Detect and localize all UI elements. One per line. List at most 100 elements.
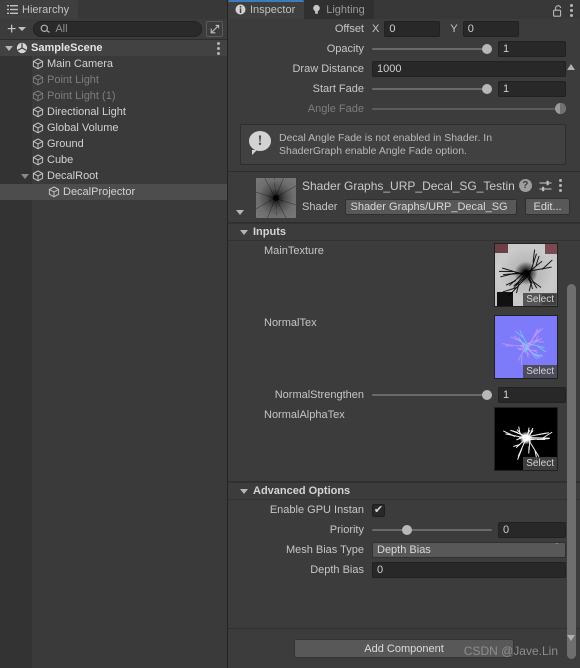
material-foldout-icon[interactable] — [236, 178, 250, 218]
priority-row: Priority 0 — [228, 520, 580, 540]
opacity-value[interactable]: 1 — [498, 41, 566, 57]
normal-strengthen-value[interactable]: 1 — [498, 387, 566, 403]
tab-inspector[interactable]: Inspector — [228, 0, 305, 19]
mesh-bias-type-dropdown[interactable]: Depth Bias — [372, 542, 566, 558]
edit-shader-label: Edit... — [533, 200, 562, 213]
hierarchy-item-label: DecalProjector — [63, 186, 136, 198]
offset-x-field[interactable]: 0 — [384, 21, 441, 37]
lock-open-icon[interactable] — [552, 4, 563, 17]
inspector-menu-icon[interactable] — [570, 4, 573, 17]
draw-distance-label: Draw Distance — [292, 63, 364, 75]
main-texture-slot[interactable]: Select — [494, 243, 558, 307]
priority-label: Priority — [329, 524, 364, 536]
advanced-options-title: Advanced Options — [253, 485, 351, 497]
opacity-slider[interactable] — [372, 41, 492, 57]
opacity-row: Opacity 1 — [228, 39, 580, 59]
gameobject-icon — [48, 186, 60, 198]
angle-fade-label: Angle Fade — [307, 103, 364, 115]
hierarchy-item-label: Point Light (1) — [47, 90, 116, 102]
normal-strengthen-slider[interactable] — [372, 387, 492, 403]
inputs-foldout[interactable]: Inputs — [228, 223, 580, 241]
hierarchy-item-cube[interactable]: Cube — [0, 152, 227, 168]
bulb-icon — [311, 4, 322, 15]
advanced-options-foldout[interactable]: Advanced Options — [228, 482, 580, 500]
normal-strengthen-row: NormalStrengthen 1 — [228, 385, 580, 405]
draw-distance-row: Draw Distance 1000 — [228, 59, 580, 79]
hierarchy-item-label: Cube — [47, 154, 74, 166]
offset-label: Offset — [334, 23, 364, 35]
normal-texture-row: NormalTex Select — [228, 313, 580, 385]
search-icon — [40, 24, 51, 35]
foldout-toggle-icon[interactable] — [3, 45, 14, 51]
scroll-down-icon[interactable] — [567, 635, 576, 653]
normal-texture-label: NormalTex — [264, 317, 317, 329]
hierarchy-item-point-light-1[interactable]: Point Light (1) — [0, 88, 227, 104]
hierarchy-item-global-volume[interactable]: Global Volume — [0, 120, 227, 136]
offset-y-axis-label: Y — [450, 23, 458, 35]
normal-alpha-texture-label: NormalAlphaTex — [264, 409, 345, 421]
hierarchy-item-decalprojector[interactable]: DecalProjector — [0, 184, 227, 200]
hierarchy-item-label: SampleScene — [31, 42, 103, 54]
chevron-down-icon — [511, 199, 517, 213]
depth-bias-row: Depth Bias 0 — [228, 560, 580, 580]
hierarchy-item-label: DecalRoot — [47, 170, 99, 182]
angle-fade-row: Angle Fade — [228, 99, 580, 119]
foldout-toggle-icon[interactable] — [19, 173, 30, 179]
shader-label: Shader — [302, 200, 338, 213]
hierarchy-tree: SampleScene Main Camera Point Light Point L… — [0, 40, 227, 668]
hierarchy-item-label: Main Camera — [47, 58, 114, 70]
gameobject-icon — [32, 138, 44, 150]
shader-value: Shader Graphs/URP_Decal_SG — [350, 200, 508, 213]
priority-slider[interactable] — [372, 522, 492, 538]
normal-alpha-texture-row: NormalAlphaTex Select — [228, 405, 580, 475]
gpu-instancing-checkbox[interactable]: ✔ — [372, 503, 385, 517]
gameobject-icon — [32, 170, 44, 182]
offset-y-field[interactable]: 0 — [462, 21, 519, 37]
hierarchy-item-menu-icon[interactable] — [217, 41, 220, 55]
start-fade-value[interactable]: 1 — [498, 81, 566, 97]
create-button[interactable]: + — [4, 21, 29, 37]
hierarchy-item-samplescene[interactable]: SampleScene — [0, 40, 227, 56]
normal-texture-slot[interactable]: Select — [494, 315, 558, 379]
hierarchy-item-ground[interactable]: Ground — [0, 136, 227, 152]
hierarchy-item-decalroot[interactable]: DecalRoot — [0, 168, 227, 184]
search-input[interactable]: All — [33, 21, 202, 37]
tab-lighting[interactable]: Lighting — [304, 0, 374, 19]
scroll-up-icon[interactable] — [567, 52, 576, 70]
material-header: Shader Graphs_URP_Decal_SG_Testin ? Shad… — [228, 172, 580, 222]
scrollbar-thumb[interactable] — [567, 284, 576, 659]
normal-alpha-texture-select-button[interactable]: Select — [523, 457, 557, 470]
inspector-tabbar: Inspector Lighting — [228, 0, 580, 19]
help-icon[interactable]: ? — [518, 179, 532, 192]
warning-text: Decal Angle Fade is not enabled in Shade… — [279, 132, 493, 157]
normal-alpha-texture-slot[interactable]: Select — [494, 407, 558, 471]
tab-lighting-label: Lighting — [326, 3, 365, 16]
search-placeholder: All — [55, 23, 68, 35]
preset-icon[interactable] — [539, 180, 552, 192]
start-fade-slider[interactable] — [372, 81, 492, 97]
hierarchy-item-main-camera[interactable]: Main Camera — [0, 56, 227, 72]
edit-shader-button[interactable]: Edit... — [525, 198, 570, 215]
material-menu-icon[interactable] — [558, 179, 562, 192]
draw-distance-field[interactable]: 1000 — [372, 61, 566, 77]
hierarchy-item-point-light[interactable]: Point Light — [0, 72, 227, 88]
angle-fade-warning: ! Decal Angle Fade is not enabled in Sha… — [228, 119, 580, 171]
normal-texture-select-button[interactable]: Select — [523, 365, 557, 378]
main-texture-label: MainTexture — [264, 245, 324, 257]
depth-bias-label: Depth Bias — [310, 564, 364, 576]
main-texture-select-button[interactable]: Select — [523, 293, 557, 306]
main-texture-row: MainTexture Select — [228, 241, 580, 313]
material-preview — [256, 178, 296, 218]
dock-icon[interactable] — [206, 21, 223, 37]
priority-value[interactable]: 0 — [498, 522, 566, 538]
hierarchy-item-directional-light[interactable]: Directional Light — [0, 104, 227, 120]
hierarchy-item-label: Point Light — [47, 74, 99, 86]
gpu-instancing-row: Enable GPU Instan ✔ — [228, 500, 580, 520]
inspector-scrollbar[interactable] — [565, 38, 578, 668]
unity-scene-icon — [16, 42, 28, 54]
shader-dropdown[interactable]: Shader Graphs/URP_Decal_SG — [345, 198, 518, 215]
depth-bias-field[interactable]: 0 — [372, 562, 566, 578]
mesh-bias-type-label: Mesh Bias Type — [285, 544, 364, 556]
tab-hierarchy[interactable]: Hierarchy — [0, 0, 79, 19]
info-icon — [235, 4, 246, 15]
